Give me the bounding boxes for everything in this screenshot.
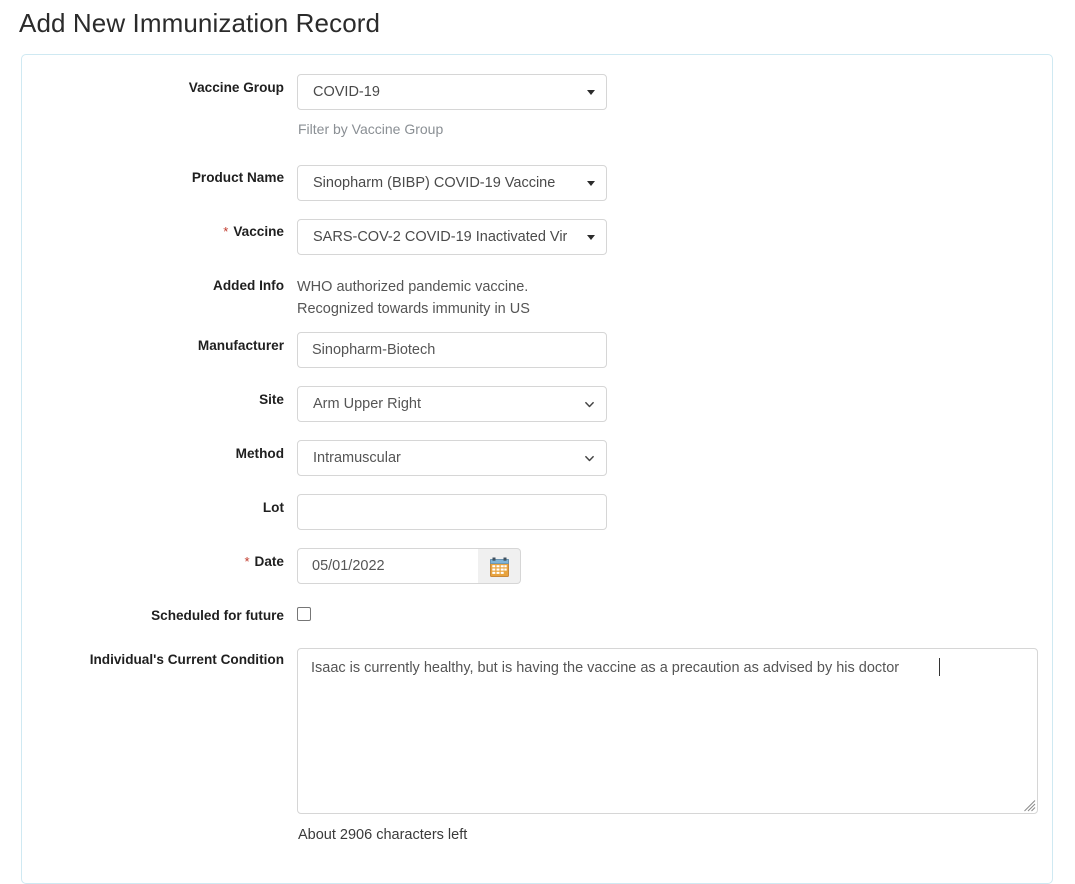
method-value: Intramuscular	[313, 450, 401, 466]
site-select[interactable]: Arm Upper Right	[297, 386, 607, 422]
label-product-name: Product Name	[22, 169, 284, 186]
label-vaccine-text: Vaccine	[233, 224, 284, 239]
label-manufacturer-text: Manufacturer	[197, 338, 284, 353]
chevron-down-icon	[587, 181, 595, 186]
label-added-info: Added Info	[22, 277, 284, 294]
manufacturer-input[interactable]	[297, 332, 607, 368]
calendar-icon	[490, 557, 509, 577]
label-date-text: Date	[254, 554, 284, 569]
label-manufacturer: Manufacturer	[22, 337, 284, 354]
vaccine-group-dropdown[interactable]: COVID-19	[297, 74, 607, 110]
date-input[interactable]	[297, 548, 479, 584]
label-method-text: Method	[235, 446, 284, 461]
label-site: Site	[22, 391, 284, 408]
label-product-name-text: Product Name	[191, 170, 284, 185]
label-scheduled-for-future: Scheduled for future	[22, 607, 284, 624]
label-scheduled-for-future-text: Scheduled for future	[151, 608, 284, 623]
label-vaccine-group: Vaccine Group	[22, 79, 284, 96]
added-info-value: WHO authorized pandemic vaccine. Recogni…	[297, 279, 530, 317]
label-added-info-text: Added Info	[213, 278, 284, 293]
character-counter: About 2906 characters left	[298, 827, 468, 843]
method-select[interactable]: Intramuscular	[297, 440, 607, 476]
current-condition-group: Isaac is currently healthy, but is havin…	[297, 648, 1038, 814]
vaccine-dropdown[interactable]: SARS-COV-2 COVID-19 Inactivated Vir	[297, 219, 607, 255]
label-lot: Lot	[22, 499, 284, 516]
date-field-group	[297, 548, 521, 584]
label-site-text: Site	[259, 392, 284, 407]
page-title: Add New Immunization Record	[19, 8, 381, 38]
lot-input[interactable]	[297, 494, 607, 530]
required-asterisk: *	[223, 224, 229, 239]
vaccine-value: SARS-COV-2 COVID-19 Inactivated Vir	[313, 229, 568, 245]
chevron-down-icon	[587, 90, 595, 95]
label-vaccine: * Vaccine	[22, 223, 284, 240]
chevron-down-icon	[585, 455, 594, 462]
label-current-condition: Individual's Current Condition	[22, 651, 284, 668]
vaccine-group-hint: Filter by Vaccine Group	[298, 121, 444, 137]
scheduled-for-future-checkbox[interactable]	[297, 607, 311, 621]
date-picker-button[interactable]	[478, 548, 521, 584]
site-value: Arm Upper Right	[313, 396, 421, 412]
vaccine-group-value: COVID-19	[313, 84, 380, 100]
chevron-down-icon	[587, 235, 595, 240]
text-cursor	[939, 658, 940, 676]
label-current-condition-text: Individual's Current Condition	[89, 652, 284, 667]
label-lot-text: Lot	[262, 500, 284, 515]
product-name-dropdown[interactable]: Sinopharm (BIBP) COVID-19 Vaccine	[297, 165, 607, 201]
chevron-down-icon	[585, 401, 594, 408]
required-asterisk: *	[244, 554, 250, 569]
product-name-value: Sinopharm (BIBP) COVID-19 Vaccine	[313, 175, 556, 191]
immunization-form-card: Vaccine Group COVID-19 Filter by Vaccine…	[21, 54, 1053, 884]
label-method: Method	[22, 445, 284, 462]
current-condition-textarea[interactable]: Isaac is currently healthy, but is havin…	[297, 648, 1038, 814]
label-vaccine-group-text: Vaccine Group	[188, 80, 284, 95]
label-date: * Date	[22, 553, 284, 570]
